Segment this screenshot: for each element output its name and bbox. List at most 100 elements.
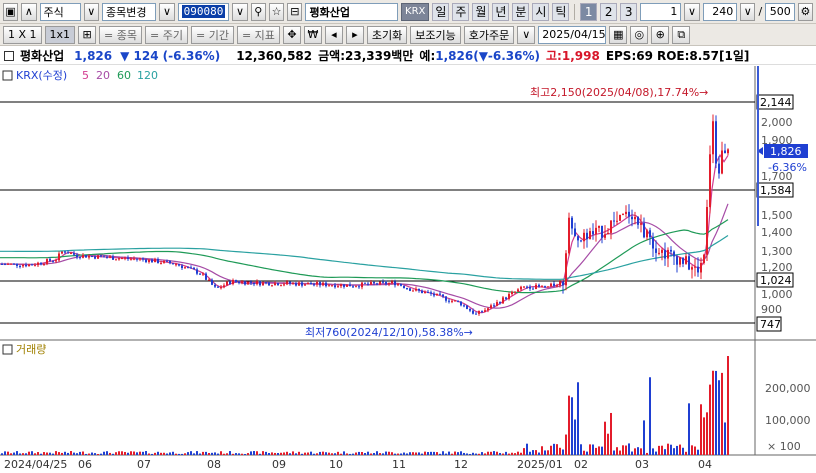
sync-period-toggle[interactable]: = 주기: [145, 25, 188, 44]
sync-indicator-toggle[interactable]: = 지표: [236, 25, 280, 44]
layers-icon[interactable]: ⧉: [672, 25, 691, 44]
volume-bar: [205, 451, 207, 455]
scroll-right-icon[interactable]: ▸: [345, 25, 364, 44]
assist-function-button[interactable]: 보조기능: [410, 25, 461, 44]
quote-order-button[interactable]: 호가주문: [463, 25, 515, 44]
volume-bar: [190, 451, 192, 455]
volume-bar: [340, 453, 342, 455]
candle-body: [472, 310, 474, 314]
candle-body: [262, 282, 264, 286]
volume-bar: [484, 453, 486, 455]
volume-bar: [451, 453, 453, 455]
stock-code-input[interactable]: 090080: [177, 2, 230, 21]
period-num-3[interactable]: 3: [620, 2, 638, 21]
volume-bar: [283, 452, 285, 455]
layout-1x1-button[interactable]: 1x1: [44, 25, 76, 44]
settings-gear-icon[interactable]: ⚙: [797, 2, 814, 21]
candle-body: [148, 259, 150, 263]
volume-bar: [319, 451, 321, 455]
candle-body: [568, 217, 570, 254]
favorite-star-icon[interactable]: ☆: [268, 2, 285, 21]
period-month-tab[interactable]: 월: [472, 2, 490, 21]
grid-icon[interactable]: ⊞: [78, 25, 97, 44]
volume-bar: [295, 453, 297, 455]
candle-body: [397, 283, 399, 286]
period-num-1[interactable]: 1: [580, 2, 598, 21]
candle-body: [193, 267, 195, 270]
date-input[interactable]: 2025/04/15: [538, 25, 607, 44]
date-08: 08: [207, 458, 221, 471]
volume-bar: [202, 451, 204, 455]
volume-bar: [223, 453, 225, 455]
volume-bar: [406, 453, 408, 455]
volume-bar: [466, 453, 468, 455]
volume-bar: [22, 453, 24, 455]
sync-stock-toggle[interactable]: = 종목: [99, 25, 143, 44]
scroll-left-icon[interactable]: ◂: [324, 25, 343, 44]
candle-body: [106, 257, 108, 259]
date-11: 11: [392, 458, 406, 471]
candle-body: [463, 305, 465, 307]
volume-bar: [580, 444, 582, 455]
market-dropdown-icon[interactable]: ∨: [83, 2, 99, 21]
interval-input[interactable]: 1: [640, 2, 682, 21]
candle-body: [208, 279, 210, 281]
tick-1300: 1,300: [761, 245, 793, 258]
sync-range-toggle[interactable]: = 기간: [190, 25, 234, 44]
snapshot-icon[interactable]: ◎: [630, 25, 649, 44]
candle-body: [337, 286, 339, 288]
period-week-tab[interactable]: 주: [452, 2, 470, 21]
add-indicator-icon[interactable]: ⊕: [651, 25, 670, 44]
period-time-tab[interactable]: 시: [532, 2, 550, 21]
volume-bar: [178, 453, 180, 455]
volume-bar: [34, 453, 36, 455]
quote-dropdown-icon[interactable]: ∨: [517, 25, 536, 44]
candle-body: [343, 284, 345, 287]
volume-bar: [508, 453, 510, 455]
stock-info-icon[interactable]: ⊟: [287, 2, 303, 21]
candle-body: [691, 267, 693, 270]
code-dropdown-icon[interactable]: ∨: [232, 2, 248, 21]
period-year-tab[interactable]: 년: [492, 2, 510, 21]
price-panel[interactable]: [0, 66, 755, 340]
volume-legend-checkbox[interactable]: [2, 344, 13, 355]
volume-bar: [541, 446, 543, 455]
volume-bar: [181, 453, 183, 455]
count-separator: /: [758, 5, 763, 18]
screen-menu-icon[interactable]: ▣: [3, 2, 19, 21]
move-cross-icon[interactable]: ✥: [282, 25, 301, 44]
collapse-icon[interactable]: ∧: [21, 2, 37, 21]
info-checkbox[interactable]: [4, 50, 14, 61]
volume-bar: [673, 448, 675, 455]
total-count-input[interactable]: 500: [765, 2, 795, 21]
period-minute-tab[interactable]: 분: [512, 2, 530, 21]
volume-bar: [571, 397, 573, 455]
reset-button[interactable]: 초기화: [366, 25, 408, 44]
candle-body: [481, 310, 483, 312]
layout-button[interactable]: 1 X 1: [3, 25, 42, 44]
stock-chart[interactable]: KRX(수정) 5 20 60 120 거래량 최고2,150(2025/04/…: [0, 66, 816, 473]
market-select[interactable]: 주식: [39, 2, 81, 21]
stock-code-value: 090080: [181, 5, 226, 18]
view-count-input[interactable]: 240: [702, 2, 738, 21]
exchange-badge[interactable]: KRX: [401, 2, 430, 21]
period-tick-tab[interactable]: 틱: [552, 2, 570, 21]
calendar-icon[interactable]: ▦: [609, 25, 628, 44]
volume-bar: [628, 443, 630, 455]
search-icon[interactable]: ⚲: [250, 2, 266, 21]
change-stock-select[interactable]: 종목변경: [101, 2, 157, 21]
volume-bar: [124, 451, 126, 455]
candle-body: [616, 220, 618, 222]
volume-bar: [175, 453, 177, 455]
volume-bar: [280, 452, 282, 455]
candle-body: [94, 256, 96, 259]
stock-info-bar: 평화산업 1,826 ▼ 124 (-6.36%) 12,360,582 금액:…: [0, 47, 816, 65]
interval-stepper-icon[interactable]: ∨: [684, 2, 700, 21]
change-stock-dropdown-icon[interactable]: ∨: [159, 2, 175, 21]
view-count-stepper-icon[interactable]: ∨: [740, 2, 756, 21]
period-num-2[interactable]: 2: [600, 2, 618, 21]
price-scale-strip[interactable]: [757, 66, 759, 226]
candle-body: [490, 305, 492, 309]
pattern-icon[interactable]: ₩: [303, 25, 322, 44]
period-day-tab[interactable]: 일: [432, 2, 450, 21]
